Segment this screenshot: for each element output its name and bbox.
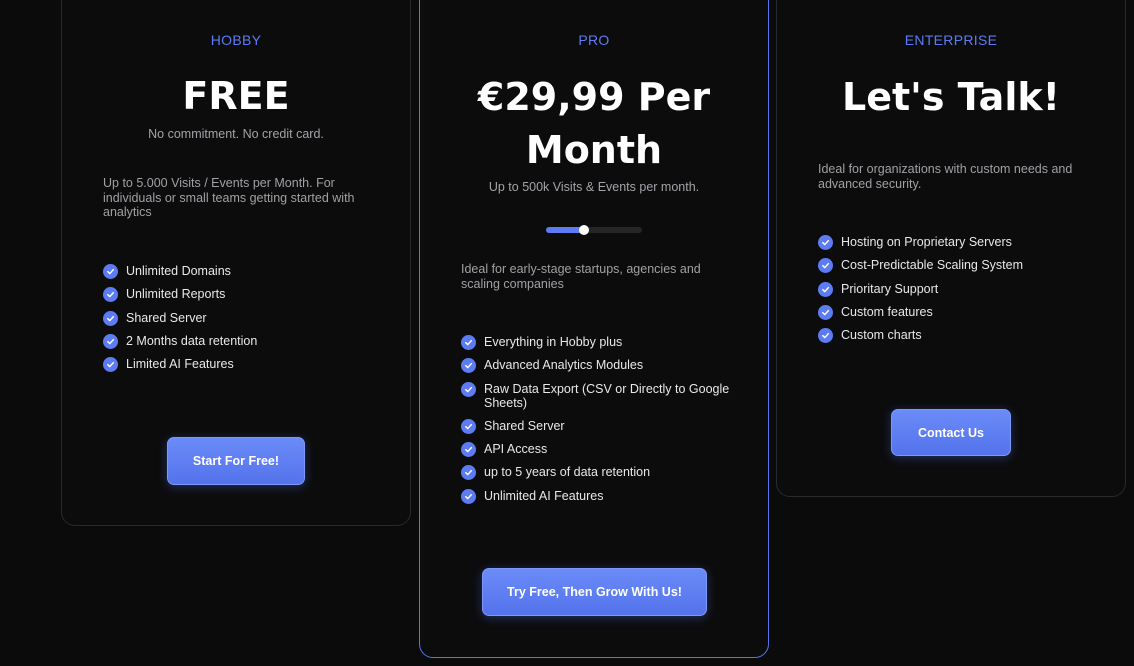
feature-item: Custom features [818,304,1098,320]
check-circle-icon [103,287,118,303]
check-circle-icon [103,333,118,349]
feature-item: Advanced Analytics Modules [461,358,741,374]
feature-label: Limited AI Features [126,357,234,372]
feature-label: Shared Server [484,418,565,433]
feature-label: up to 5 years of data retention [484,465,651,480]
feature-label: Custom features [841,304,933,319]
feature-item: Unlimited Reports [103,287,383,303]
feature-item: Cost-Predictable Scaling System [818,258,1098,274]
feature-item: Shared Server [461,418,741,434]
feature-item: Unlimited Domains [103,264,383,279]
check-circle-icon [818,235,833,250]
plan-card-hobby: HOBBY FREE No commitment. No credit card… [61,0,411,526]
tier-label: HOBBY [210,32,262,48]
feature-item: up to 5 years of data retention [461,465,741,481]
check-circle-icon [461,418,476,434]
feature-label: API Access [484,442,548,457]
feature-list: Hosting on Proprietary Servers Cost-Predi… [818,235,1098,351]
visits-slider[interactable] [546,225,642,235]
feature-label: Hosting on Proprietary Servers [841,235,1012,249]
check-circle-icon [818,281,833,297]
plan-price: FREE [182,74,290,118]
plan-description: Up to 5.000 Visits / Events per Month. F… [103,176,355,219]
check-circle-icon [103,310,118,326]
feature-item: Shared Server [103,310,383,326]
feature-item: Raw Data Export (CSV or Directly to Goog… [461,381,741,411]
start-for-free-button[interactable]: Start For Free! [167,437,305,485]
feature-label: Shared Server [126,310,207,325]
check-circle-icon [818,328,833,344]
feature-label: Unlimited AI Features [484,488,604,503]
feature-item: Limited AI Features [103,357,383,373]
contact-us-button[interactable]: Contact Us [891,409,1011,456]
feature-label: Unlimited Domains [126,264,231,278]
pricing-section: HOBBY FREE No commitment. No credit card… [0,0,1134,666]
plan-description: Ideal for organizations with custom need… [818,162,1073,191]
feature-label: Everything in Hobby plus [484,335,623,349]
feature-label: Unlimited Reports [126,287,226,302]
check-circle-icon [461,335,476,350]
check-circle-icon [461,488,476,504]
check-circle-icon [818,258,833,274]
plan-card-enterprise: ENTERPRISE Let's Talk! Ideal for organiz… [776,0,1126,497]
feature-item: Prioritary Support [818,281,1098,297]
check-circle-icon [103,264,118,279]
check-circle-icon [461,465,476,481]
feature-item: Unlimited AI Features [461,488,741,504]
feature-list: Everything in Hobby plus Advanced Analyti… [461,335,741,512]
check-circle-icon [461,442,476,458]
feature-item: Custom charts [818,328,1098,344]
feature-list: Unlimited Domains Unlimited Reports Shared… [103,264,383,380]
feature-item: 2 Months data retention [103,333,383,349]
check-circle-icon [461,381,476,397]
plan-price-line-1: €29,99 Per [477,75,711,119]
feature-label: 2 Months data retention [126,333,258,348]
tier-label: ENTERPRISE [904,32,998,48]
feature-label: Prioritary Support [841,281,939,296]
plan-price-line-2: Month [525,128,663,172]
plan-card-pro: PRO €29,99 Per Month Up to 500k Visits &… [419,0,769,658]
feature-label: Advanced Analytics Modules [484,358,644,373]
feature-label: Raw Data Export (CSV or Directly to Goog… [484,381,730,411]
plan-price: Let's Talk! [842,75,1060,119]
slider-thumb[interactable] [579,225,590,235]
feature-item: Everything in Hobby plus [461,335,741,350]
try-free-button[interactable]: Try Free, Then Grow With Us! [482,568,707,616]
check-circle-icon [461,358,476,374]
check-circle-icon [818,304,833,320]
feature-label: Cost-Predictable Scaling System [841,258,1024,273]
feature-item: API Access [461,442,741,458]
plan-subtitle: Up to 500k Visits & Events per month. [488,180,700,194]
plan-description: Ideal for early-stage startups, agencies… [461,262,701,291]
feature-label: Custom charts [841,328,922,343]
tier-label: PRO [578,32,610,48]
check-circle-icon [103,357,118,373]
feature-item: Hosting on Proprietary Servers [818,235,1098,250]
plan-subtitle: No commitment. No credit card. [148,127,324,141]
